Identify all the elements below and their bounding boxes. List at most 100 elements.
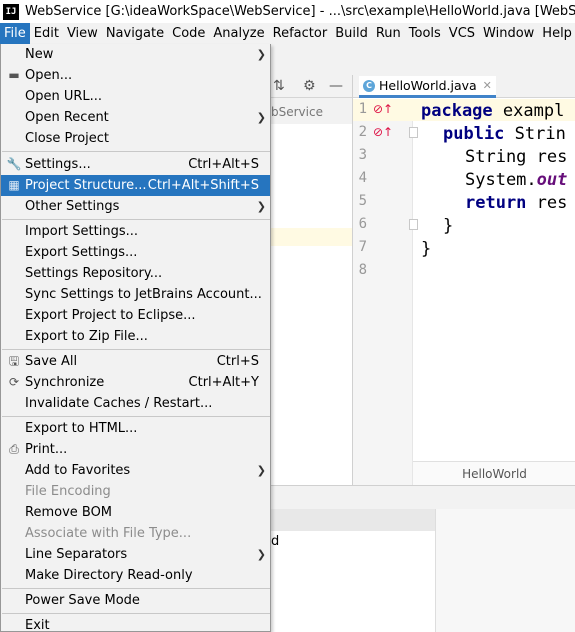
scrollbar-area[interactable] [435, 509, 575, 632]
menu-item-export-settings[interactable]: Export Settings... [1, 242, 270, 263]
menu-item-settings-repository[interactable]: Settings Repository... [1, 263, 270, 284]
menu-run[interactable]: Run [372, 23, 405, 44]
wrench-icon: 🔧 [6, 157, 22, 171]
menu-item-label: Associate with File Type... [25, 526, 192, 541]
tab-helloworld-java[interactable]: C HelloWorld.java ✕ [359, 76, 496, 98]
menu-refactor[interactable]: Refactor [269, 23, 332, 44]
menu-vcs[interactable]: VCS [445, 23, 479, 44]
code-line-6: } [443, 216, 454, 236]
menu-item-sync-settings[interactable]: Sync Settings to JetBrains Account... [1, 284, 270, 305]
menu-item-label: Project Structure... [25, 178, 147, 193]
project-toolbar: ⇅ ⚙ — [271, 75, 352, 98]
menu-item-close-project[interactable]: Close Project [1, 128, 270, 149]
menu-item-shortcut: Ctrl+S [216, 354, 259, 369]
menu-item-label: Line Separators [25, 547, 128, 562]
menu-item-label: Open URL... [25, 89, 103, 104]
implemented-method-icon[interactable]: ⊘↑ [373, 102, 393, 116]
menu-item-label: Other Settings [25, 199, 120, 214]
menu-item-label: New [25, 47, 54, 62]
menu-item-import-settings[interactable]: Import Settings... [1, 221, 270, 242]
menu-separator [2, 588, 270, 589]
menu-item-remove-bom[interactable]: Remove BOM [1, 502, 270, 523]
intellij-app-icon: IJ [3, 3, 19, 20]
menu-build[interactable]: Build [331, 23, 372, 44]
fold-icon[interactable] [409, 127, 418, 138]
project-root-label[interactable]: bService [271, 101, 352, 123]
menu-item-other-settings[interactable]: Other Settings ❯ [1, 196, 270, 217]
menu-item-exit[interactable]: Exit [1, 615, 270, 632]
menu-edit[interactable]: Edit [30, 23, 63, 44]
bottom-panel-header [271, 509, 435, 531]
code-line-7: } [421, 239, 432, 259]
menu-item-export-eclipse[interactable]: Export Project to Eclipse... [1, 305, 270, 326]
menu-item-print[interactable]: ⎙ Print... [1, 439, 270, 460]
submenu-arrow-icon: ❯ [256, 464, 266, 477]
gear-icon[interactable]: ⚙ [303, 78, 316, 94]
project-tree[interactable] [271, 124, 352, 485]
menu-item-shortcut: Ctrl+Alt+Shift+S [147, 178, 259, 193]
line-number: 2 [358, 124, 367, 140]
menu-item-label: Close Project [25, 131, 110, 146]
code-area[interactable]: package exampl public Strin String res S… [421, 99, 575, 459]
menu-item-label: Exit [25, 618, 50, 632]
code-editor[interactable]: C HelloWorld.java ✕ 1 2 3 4 5 6 7 8 ⊘↑ ⊘… [352, 75, 575, 485]
menu-item-save-all[interactable]: 🖫 Save All Ctrl+S [1, 351, 270, 372]
submenu-arrow-icon: ❯ [256, 111, 266, 124]
menu-item-label: Export Settings... [25, 245, 138, 260]
menu-item-label: Sync Settings to JetBrains Account... [25, 287, 262, 302]
menu-item-power-save[interactable]: Power Save Mode [1, 590, 270, 611]
menu-file[interactable]: File [0, 23, 30, 44]
collapse-icon[interactable]: ⇅ [273, 78, 285, 94]
file-menu-dropdown: New ❯ ▬ Open... Open URL... Open Recent … [0, 44, 271, 632]
submenu-arrow-icon: ❯ [256, 48, 266, 61]
static-field: out [536, 170, 568, 190]
menu-navigate[interactable]: Navigate [102, 23, 168, 44]
menu-item-label: Open Recent [25, 110, 109, 125]
menu-item-make-read-only[interactable]: Make Directory Read-only [1, 565, 270, 586]
menu-item-settings[interactable]: 🔧 Settings... Ctrl+Alt+S [1, 154, 270, 175]
menu-item-label: Save All [25, 354, 78, 369]
fold-icon[interactable] [409, 219, 418, 230]
implemented-method-icon[interactable]: ⊘↑ [373, 125, 393, 139]
java-class-icon: C [363, 79, 375, 92]
menu-item-invalidate-caches[interactable]: Invalidate Caches / Restart... [1, 393, 270, 414]
menu-tools[interactable]: Tools [405, 23, 445, 44]
code-text: Strin [504, 124, 566, 144]
printer-icon: ⎙ [9, 442, 19, 456]
menu-item-synchronize[interactable]: ⟳ Synchronize Ctrl+Alt+Y [1, 372, 270, 393]
menu-item-open-url[interactable]: Open URL... [1, 86, 270, 107]
code-text: System. [465, 170, 537, 190]
code-text: res [526, 193, 568, 213]
title-bar: IJ WebService [G:\ideaWorkSpace\WebServi… [0, 0, 575, 23]
menu-help[interactable]: Help [538, 23, 575, 44]
menu-item-label: File Encoding [25, 484, 111, 499]
menu-separator [2, 349, 270, 350]
menu-item-project-structure[interactable]: ▦ Project Structure... Ctrl+Alt+Shift+S [1, 175, 270, 196]
close-icon[interactable]: ✕ [483, 79, 492, 92]
minimize-icon[interactable]: — [329, 78, 343, 94]
menu-item-label: Synchronize [25, 375, 105, 390]
menu-item-label: Print... [25, 442, 68, 457]
line-number: 1 [358, 101, 367, 117]
menu-item-associate-file-type: Associate with File Type... [1, 523, 270, 544]
menu-item-label: Invalidate Caches / Restart... [25, 396, 213, 411]
menu-item-line-separators[interactable]: Line Separators ❯ [1, 544, 270, 565]
line-number: 6 [358, 216, 367, 232]
submenu-arrow-icon: ❯ [256, 548, 266, 561]
menu-item-open-recent[interactable]: Open Recent ❯ [1, 107, 270, 128]
menu-item-export-html[interactable]: Export to HTML... [1, 418, 270, 439]
menu-item-open[interactable]: ▬ Open... [1, 65, 270, 86]
menu-separator [2, 613, 270, 614]
menu-analyze[interactable]: Analyze [209, 23, 268, 44]
submenu-arrow-icon: ❯ [256, 200, 266, 213]
menu-window[interactable]: Window [479, 23, 538, 44]
menu-item-shortcut: Ctrl+Alt+Y [188, 375, 259, 390]
menu-item-export-zip[interactable]: Export to Zip File... [1, 326, 270, 347]
menu-item-new[interactable]: New ❯ [1, 44, 270, 65]
menu-item-add-favorites[interactable]: Add to Favorites ❯ [1, 460, 270, 481]
menu-code[interactable]: Code [168, 23, 209, 44]
editor-breadcrumb[interactable]: HelloWorld [413, 461, 575, 485]
code-line-4: System.out [465, 170, 567, 190]
line-number: 3 [358, 147, 367, 163]
menu-view[interactable]: View [63, 23, 102, 44]
